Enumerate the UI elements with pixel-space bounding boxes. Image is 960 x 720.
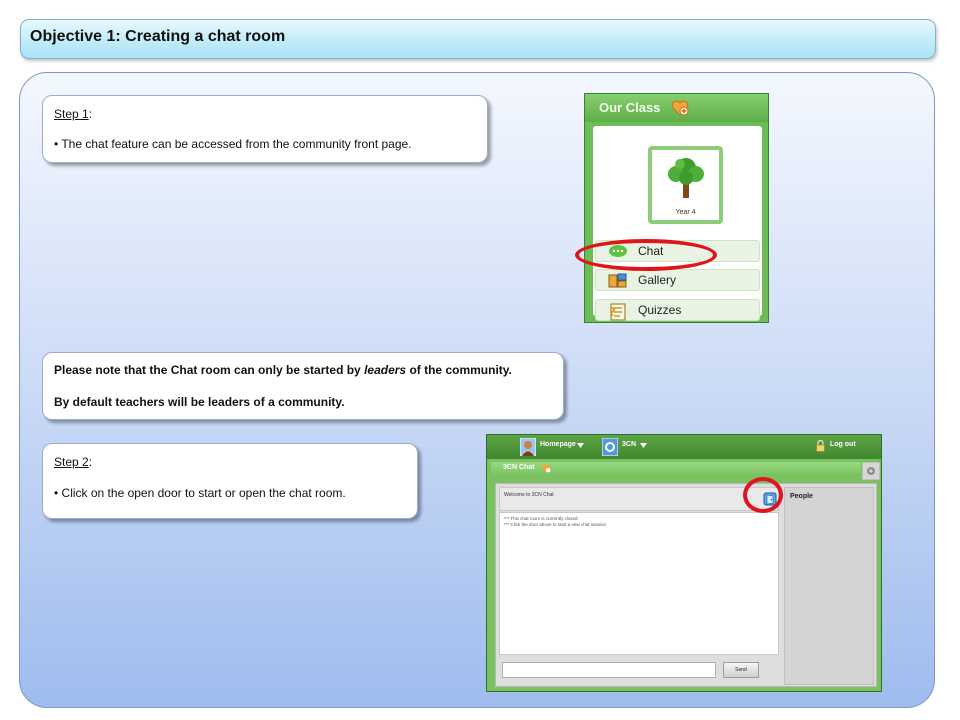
chevron-down-icon [640, 443, 647, 448]
gallery-icon [608, 273, 628, 289]
menu-item-gallery-label: Gallery [638, 273, 677, 287]
note-line-2: By default teachers will be leaders of a… [54, 395, 345, 409]
lock-icon [816, 440, 825, 452]
step1-colon: : [88, 107, 93, 121]
user-avatar[interactable] [520, 438, 536, 456]
send-button[interactable]: Send [723, 662, 759, 678]
our-class-screenshot: Our Class Year 4 Chat Gallery ? Quizzes [584, 93, 769, 323]
chat-welcome-text: Welcome to 3CN Chat [504, 492, 554, 498]
leaders-note-box: Please note that the Chat room can only … [42, 352, 564, 420]
chat-message-input[interactable] [502, 662, 716, 678]
step2-colon: : [88, 455, 93, 469]
chevron-down-icon [577, 443, 584, 448]
objective-title-bar: Objective 1: Creating a chat room [20, 19, 936, 59]
step1-text: The chat feature can be accessed from th… [61, 137, 412, 151]
step2-label: Step 2 [54, 455, 89, 469]
menu-item-gallery[interactable]: Gallery [595, 269, 760, 291]
step2-instruction: • Click on the open door to start or ope… [54, 486, 346, 500]
note-line-1-end: of the community. [406, 363, 512, 377]
our-class-header: Our Class [585, 94, 768, 122]
community-icon [602, 438, 618, 456]
chat-room-window: Welcome to 3CN Chat *** This chat room i… [495, 483, 877, 687]
note-emphasis-leaders: leaders [364, 363, 407, 377]
nav-homepage[interactable]: Homepage [540, 441, 576, 448]
step1-heading: Step 1: [54, 107, 92, 121]
step2-box: Step 2: • Click on the open door to star… [42, 443, 418, 519]
note-line-1: Please note that the Chat room can only … [54, 363, 512, 377]
note-line-1-start: Please note that the Chat room can only … [54, 363, 365, 377]
people-panel: People [784, 487, 874, 685]
class-image: Year 4 [648, 146, 723, 224]
step2-text: Click on the open door to start or open … [61, 486, 346, 500]
nav-community[interactable]: 3CN [622, 441, 636, 448]
our-class-title: Our Class [599, 100, 661, 115]
chat-window-screenshot: Homepage 3CN Log out 3CN Chat Welcome to… [486, 434, 882, 692]
menu-item-quizzes[interactable]: ? Quizzes [595, 299, 760, 321]
step2-heading: Step 2: [54, 455, 92, 469]
bullet-marker: • [54, 486, 59, 500]
quiz-icon: ? [608, 303, 628, 321]
chat-message: *** This chat room is currently closed [504, 516, 578, 521]
step1-label: Step 1 [54, 107, 89, 121]
chat-top-nav: Homepage 3CN Log out [487, 435, 881, 459]
class-image-caption: Year 4 [675, 209, 696, 216]
heart-plus-icon [671, 100, 689, 116]
chat-panel-title: 3CN Chat [503, 464, 535, 471]
tree-icon [664, 154, 708, 202]
highlight-ring-chat [575, 239, 717, 271]
chat-message: *** Click the door above to start a new … [504, 522, 607, 527]
step1-box: Step 1: • The chat feature can be access… [42, 95, 488, 163]
logout-link[interactable]: Log out [830, 441, 856, 448]
chat-welcome-bar: Welcome to 3CN Chat [499, 487, 779, 511]
people-label: People [790, 493, 813, 500]
chat-panel-header: 3CN Chat [491, 462, 861, 476]
menu-item-quizzes-label: Quizzes [638, 303, 682, 317]
svg-text:?: ? [609, 305, 616, 319]
highlight-ring-door [743, 477, 783, 513]
page-title: Objective 1: Creating a chat room [30, 28, 286, 45]
step1-instruction: • The chat feature can be accessed from … [54, 137, 412, 151]
heart-plus-icon [541, 464, 551, 473]
bullet-marker: • [54, 137, 59, 151]
chat-message-log[interactable]: *** This chat room is currently closed *… [499, 512, 779, 655]
settings-icon[interactable] [862, 462, 880, 480]
